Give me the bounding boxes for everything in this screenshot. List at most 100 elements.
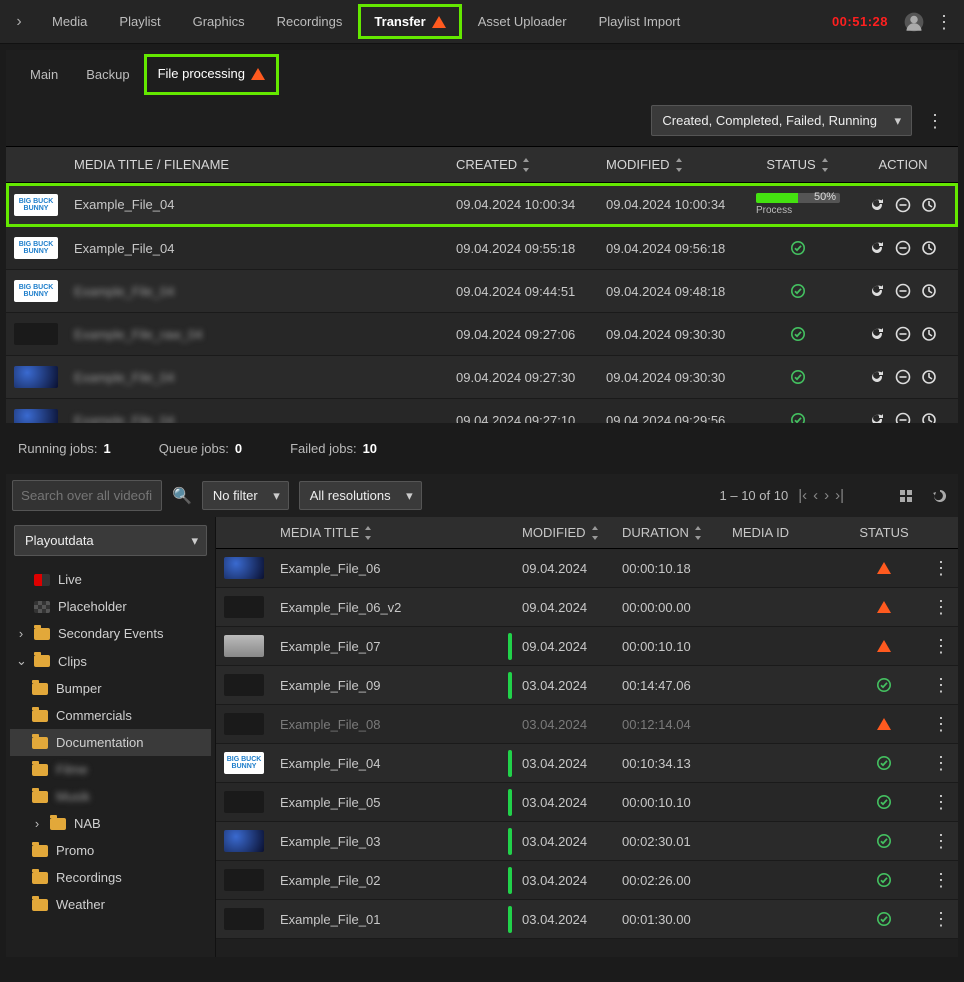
remove-icon[interactable] (895, 240, 911, 256)
history-icon[interactable] (921, 283, 937, 299)
row-kebab-menu[interactable]: ⋮ (924, 668, 958, 702)
tree-node-nab[interactable]: ›NAB (10, 810, 211, 837)
table-row[interactable]: Example_File_0409.04.2024 09:27:3009.04.… (6, 356, 958, 399)
subtab-backup[interactable]: Backup (72, 55, 143, 94)
tree-node-placeholder[interactable]: Placeholder (10, 593, 211, 620)
page-next-icon[interactable]: › (824, 487, 829, 504)
twist-icon[interactable]: › (32, 816, 42, 831)
row-kebab-menu[interactable]: ⋮ (924, 746, 958, 780)
list-item[interactable]: Example_File_0803.04.202400:12:14.04⋮ (216, 705, 958, 744)
row-kebab-menu[interactable]: ⋮ (924, 590, 958, 624)
tree-node-weather[interactable]: Weather (10, 891, 211, 918)
topnav-item-recordings[interactable]: Recordings (261, 4, 359, 39)
history-icon[interactable] (921, 197, 937, 213)
topnav-item-transfer[interactable]: Transfer (358, 4, 461, 39)
history-icon[interactable] (921, 326, 937, 342)
reload-icon[interactable] (869, 412, 885, 423)
tree-node-documentation[interactable]: Documentation (10, 729, 211, 756)
list-item[interactable]: Example_File_0903.04.202400:14:47.06⋮ (216, 666, 958, 705)
col-status[interactable]: STATUS (748, 147, 848, 182)
remove-icon[interactable] (895, 197, 911, 213)
tree-node-secondary-events[interactable]: ›Secondary Events (10, 620, 211, 647)
top-kebab-menu[interactable]: ⋮ (932, 10, 956, 34)
list-item[interactable]: Example_File_0203.04.202400:02:26.00⋮ (216, 861, 958, 900)
media-list-table: MEDIA TITLE MODIFIED DURATION MEDIA ID S… (216, 517, 958, 957)
tree-root-select[interactable]: Playoutdata (14, 525, 207, 556)
table-row[interactable]: BIG BUCK BUNNYExample_File_0409.04.2024 … (6, 183, 958, 227)
search-input[interactable] (12, 480, 162, 511)
list-item[interactable]: Example_File_0103.04.202400:01:30.00⋮ (216, 900, 958, 939)
page-first-icon[interactable]: |‹ (798, 487, 807, 504)
page-prev-icon[interactable]: ‹ (813, 487, 818, 504)
topnav-item-playlist[interactable]: Playlist (103, 4, 176, 39)
list-item[interactable]: Example_File_0503.04.202400:00:10.10⋮ (216, 783, 958, 822)
lcol-duration[interactable]: DURATION (614, 517, 724, 548)
search-icon[interactable]: 🔍 (172, 486, 192, 506)
topnav-item-media[interactable]: Media (36, 4, 103, 39)
reload-icon[interactable] (869, 326, 885, 342)
twist-icon[interactable]: ⌄ (16, 653, 26, 669)
tree-node-live[interactable]: Live (10, 566, 211, 593)
table-row[interactable]: BIG BUCK BUNNYExample_File_0409.04.2024 … (6, 227, 958, 270)
tree-node-clips[interactable]: ⌄ Clips (10, 647, 211, 675)
table-row[interactable]: Example_File_0409.04.2024 09:27:1009.04.… (6, 399, 958, 423)
lcol-title[interactable]: MEDIA TITLE (272, 517, 514, 548)
subtab-main[interactable]: Main (16, 55, 72, 94)
page-last-icon[interactable]: ›| (835, 487, 844, 504)
reload-icon[interactable] (869, 369, 885, 385)
remove-icon[interactable] (895, 326, 911, 342)
tree-node-commercials[interactable]: Commercials (10, 702, 211, 729)
upper-kebab-menu[interactable]: ⋮ (920, 112, 950, 130)
tree-node-promo[interactable]: Promo (10, 837, 211, 864)
list-item[interactable]: Example_File_0609.04.202400:00:10.18⋮ (216, 549, 958, 588)
resolution-select[interactable]: All resolutions (299, 481, 422, 510)
row-kebab-menu[interactable]: ⋮ (924, 551, 958, 585)
col-created[interactable]: CREATED (448, 147, 598, 182)
grid-view-icon[interactable] (894, 484, 918, 508)
reload-icon[interactable] (869, 197, 885, 213)
tree-label: Clips (58, 654, 87, 669)
filter-select[interactable]: No filter (202, 481, 289, 510)
remove-icon[interactable] (895, 369, 911, 385)
subtab-file-processing[interactable]: File processing (144, 54, 279, 95)
history-icon[interactable] (921, 240, 937, 256)
topnav-item-asset-uploader[interactable]: Asset Uploader (462, 4, 583, 39)
row-kebab-menu[interactable]: ⋮ (924, 707, 958, 741)
nav-expand-chevron[interactable]: › (8, 13, 30, 31)
list-item[interactable]: BIG BUCK BUNNYExample_File_0403.04.20240… (216, 744, 958, 783)
remove-icon[interactable] (895, 283, 911, 299)
topnav-item-graphics[interactable]: Graphics (177, 4, 261, 39)
tree-node-musik[interactable]: Musik (10, 783, 211, 810)
row-kebab-menu[interactable]: ⋮ (924, 629, 958, 663)
col-modified[interactable]: MODIFIED (598, 147, 748, 182)
thumbnail (224, 635, 264, 657)
table-row[interactable]: Example_File_raw_0409.04.2024 09:27:0609… (6, 313, 958, 356)
row-kebab-menu[interactable]: ⋮ (924, 863, 958, 897)
history-icon[interactable] (921, 369, 937, 385)
lcol-mediaid[interactable]: MEDIA ID (724, 517, 844, 548)
tree-node-filme[interactable]: Filme (10, 756, 211, 783)
row-kebab-menu[interactable]: ⋮ (924, 824, 958, 858)
list-item[interactable]: Example_File_0303.04.202400:02:30.01⋮ (216, 822, 958, 861)
twist-icon[interactable]: › (16, 626, 26, 641)
refresh-icon[interactable] (928, 484, 952, 508)
topnav-item-playlist-import[interactable]: Playlist Import (583, 4, 697, 39)
row-kebab-menu[interactable]: ⋮ (924, 902, 958, 936)
folder-icon (32, 683, 48, 695)
col-title[interactable]: MEDIA TITLE / FILENAME (66, 147, 448, 182)
tree-node-recordings[interactable]: Recordings (10, 864, 211, 891)
remove-icon[interactable] (895, 412, 911, 423)
list-item[interactable]: Example_File_0709.04.202400:00:10.10⋮ (216, 627, 958, 666)
list-item[interactable]: Example_File_06_v209.04.202400:00:00.00⋮ (216, 588, 958, 627)
cell-title: Example_File_04 (66, 227, 448, 269)
reload-icon[interactable] (869, 240, 885, 256)
lcol-modified[interactable]: MODIFIED (514, 517, 614, 548)
table-row[interactable]: BIG BUCK BUNNYExample_File_0409.04.2024 … (6, 270, 958, 313)
user-account-icon[interactable] (902, 10, 926, 34)
history-icon[interactable] (921, 412, 937, 423)
tree-node-bumper[interactable]: Bumper (10, 675, 211, 702)
lcol-status[interactable]: STATUS (844, 517, 924, 548)
status-filter-select[interactable]: Created, Completed, Failed, Running (651, 105, 912, 136)
reload-icon[interactable] (869, 283, 885, 299)
row-kebab-menu[interactable]: ⋮ (924, 785, 958, 819)
